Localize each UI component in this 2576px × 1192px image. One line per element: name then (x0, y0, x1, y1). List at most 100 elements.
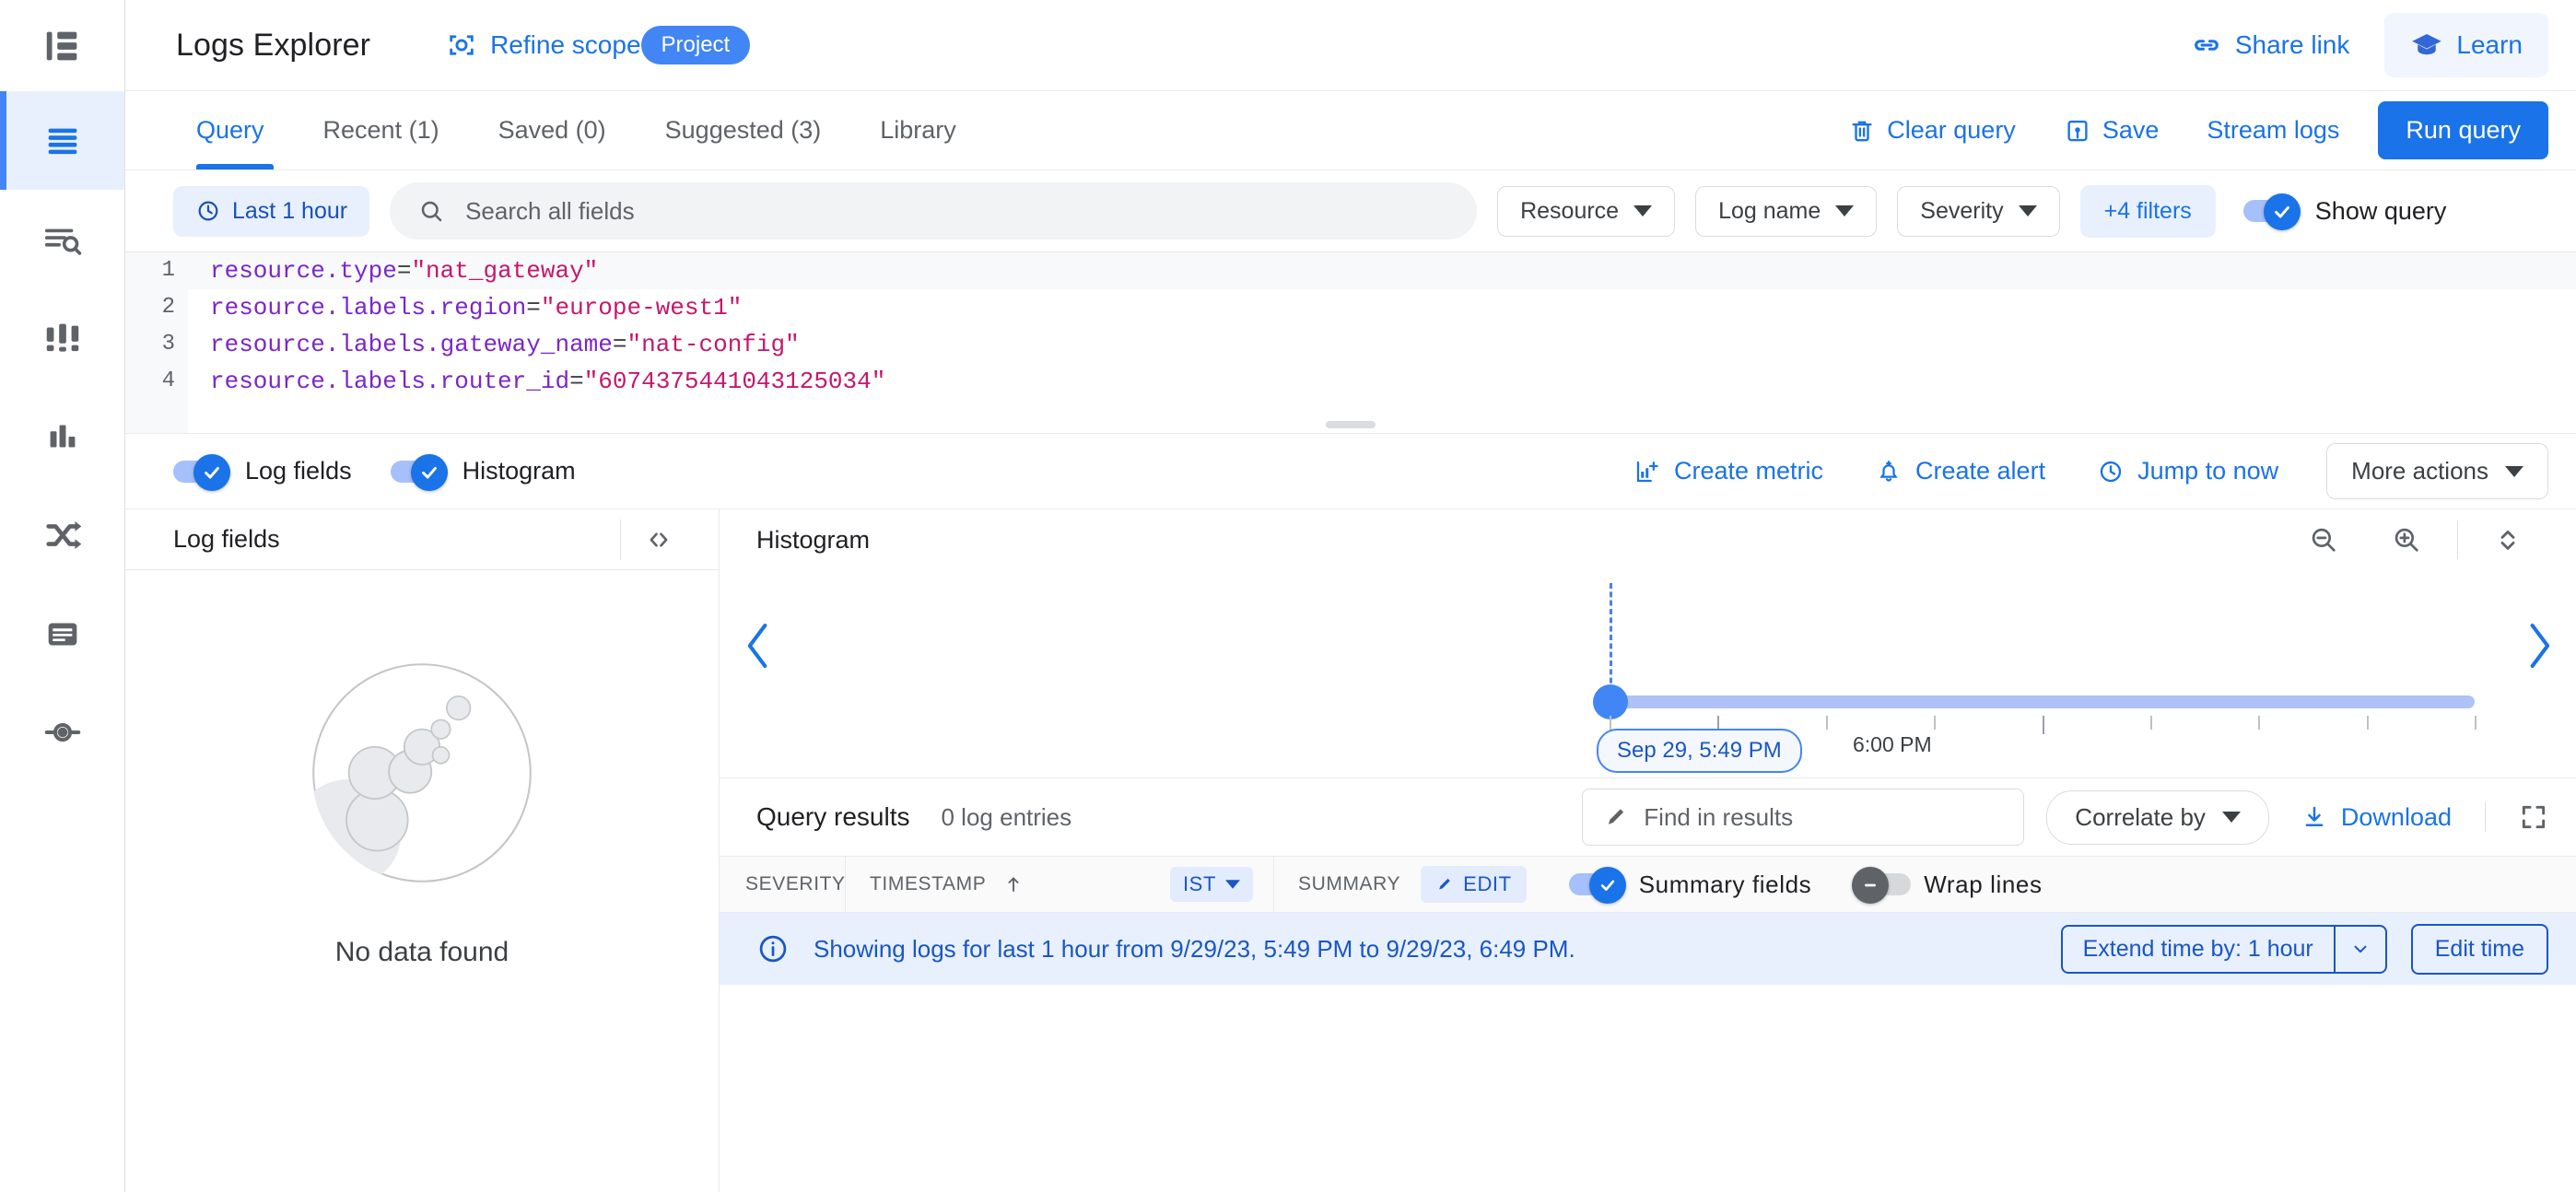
chevron-down-icon (1225, 880, 1240, 889)
zoom-out-button[interactable] (2282, 524, 2365, 555)
scope-chip[interactable]: Project (640, 26, 751, 64)
nav-menu-button[interactable] (0, 0, 124, 91)
log-fields-switch[interactable] (173, 453, 230, 491)
fullscreen-button[interactable] (2485, 802, 2548, 832)
chevron-down-icon (1835, 205, 1855, 216)
correlate-by-dropdown[interactable]: Correlate by (2046, 789, 2269, 845)
log-fields-toggle[interactable]: Log fields (173, 453, 352, 491)
query-key: resource.labels.region (210, 294, 527, 321)
wrap-lines-toggle[interactable]: Wrap lines (1852, 867, 2042, 904)
arrow-up-icon (1008, 877, 1019, 892)
summary-fields-switch[interactable] (1568, 867, 1626, 904)
edit-time-button[interactable]: Edit time (2410, 923, 2548, 975)
share-link-button[interactable]: Share link (2191, 29, 2349, 61)
jump-to-now-button[interactable]: Jump to now (2071, 457, 2304, 485)
tab-actions: Clear query Save Stream logs Run query (1824, 101, 2548, 159)
query-line: resource.type="nat_gateway" (188, 252, 2576, 289)
edit-summary-button[interactable]: EDIT (1421, 866, 1527, 903)
query-key: resource.type (210, 257, 397, 285)
refine-scope-button[interactable]: Refine scope (446, 29, 641, 61)
create-alert-button[interactable]: Create alert (1849, 457, 2071, 485)
log-search-icon (44, 228, 81, 255)
fullscreen-icon (2522, 805, 2546, 829)
severity-filter-label: Severity (1920, 197, 2004, 224)
tab-suggested[interactable]: Suggested (3) (636, 91, 851, 169)
show-query-switch[interactable] (2242, 193, 2301, 230)
sidebar-item-log-buckets[interactable] (0, 584, 124, 683)
expand-histogram-button[interactable] (2467, 525, 2548, 555)
run-query-button[interactable]: Run query (2378, 101, 2548, 159)
histogram-chart[interactable]: 6:00 PM 6:30 PM Sep 29, 5:49 PM Sep 29, … (720, 570, 2576, 777)
time-range-slider-track[interactable] (1610, 695, 2475, 708)
page-title: Logs Explorer (176, 27, 371, 63)
severity-filter-dropdown[interactable]: Severity (1897, 185, 2060, 237)
download-button[interactable]: Download (2301, 803, 2452, 832)
column-timestamp[interactable]: TIMESTAMP IST (846, 857, 1274, 912)
histogram-switch[interactable] (390, 453, 448, 491)
resource-filter-dropdown[interactable]: Resource (1497, 185, 1676, 237)
shuffle-icon (45, 520, 81, 549)
right-panel: Histogram 6:00 PM Sep 29, 5:49 PM Query … (720, 509, 2576, 1192)
sidebar-item-logs-router[interactable] (0, 485, 124, 584)
line-number: 2 (161, 295, 175, 320)
edit-label: EDIT (1463, 872, 1512, 895)
timezone-label: IST (1182, 872, 1216, 895)
sidebar-item-log-sinks[interactable] (0, 683, 124, 781)
learn-button[interactable]: Learn (2384, 13, 2548, 77)
find-in-results-input[interactable]: Find in results (1582, 789, 2025, 846)
sidebar-item-log-storage[interactable] (0, 288, 124, 387)
histogram-next-button[interactable] (2519, 618, 2559, 678)
query-value: "nat-config" (626, 331, 800, 358)
banner-text: Showing logs for last 1 hour from 9/29/2… (814, 934, 1575, 963)
column-severity[interactable]: SEVERITY (720, 857, 846, 912)
correlate-by-label: Correlate by (2075, 802, 2206, 831)
query-results-title: Query results (756, 802, 910, 831)
more-filters-chip[interactable]: +4 filters (2079, 184, 2216, 238)
range-start-label[interactable]: Sep 29, 5:49 PM (1597, 729, 1802, 773)
collapse-panel-button[interactable] (621, 526, 697, 554)
chevron-down-icon (2221, 812, 2241, 823)
log-name-filter-dropdown[interactable]: Log name (1695, 185, 1878, 237)
editor-resize-handle[interactable] (1326, 421, 1376, 428)
line-number: 3 (161, 332, 175, 356)
zoom-in-button[interactable] (2365, 524, 2448, 555)
show-query-label: Show query (2314, 196, 2447, 225)
tab-saved[interactable]: Saved (0) (469, 91, 636, 169)
more-actions-dropdown[interactable]: More actions (2326, 443, 2548, 499)
sidebar-item-log-search[interactable] (0, 190, 124, 288)
histogram-toggle[interactable]: Histogram (390, 453, 576, 491)
bubble-chart-circle-icon (312, 663, 532, 882)
stream-logs-button[interactable]: Stream logs (2183, 116, 2363, 145)
search-input[interactable]: Search all fields (390, 182, 1478, 240)
show-query-toggle[interactable]: Show query (2242, 193, 2447, 230)
link-icon (2194, 40, 2219, 51)
extend-time-button[interactable]: Extend time by: 1 hour (2060, 924, 2387, 974)
log-fields-toggle-label: Log fields (245, 457, 352, 485)
pencil-icon (1439, 878, 1451, 890)
histogram-prev-button[interactable] (738, 618, 779, 678)
clear-query-button[interactable]: Clear query (1824, 116, 2040, 145)
wrap-lines-switch[interactable] (1852, 867, 1912, 904)
sidebar-item-logs-explorer[interactable] (0, 91, 124, 190)
sidebar-item-logs-metrics[interactable] (0, 387, 124, 485)
range-start-handle[interactable] (1593, 684, 1628, 719)
results-list-empty (720, 985, 2576, 1192)
extend-time-caret[interactable] (2333, 926, 2385, 972)
chevron-left-icon (747, 623, 767, 669)
create-metric-label: Create metric (1673, 457, 1823, 485)
create-metric-button[interactable]: Create metric (1608, 457, 1849, 485)
query-code[interactable]: resource.type="nat_gateway" resource.lab… (188, 252, 2576, 433)
expand-collapse-icon (2500, 530, 2515, 550)
save-query-button[interactable]: Save (2040, 116, 2184, 145)
column-summary[interactable]: SUMMARY EDIT Summary fields Wrap lines (1274, 857, 2043, 912)
summary-fields-toggle[interactable]: Summary fields (1568, 867, 1812, 904)
time-range-selector[interactable]: Last 1 hour (173, 185, 370, 237)
create-alert-label: Create alert (1915, 457, 2046, 485)
divider (2457, 520, 2458, 559)
timezone-selector[interactable]: IST (1169, 867, 1253, 902)
log-fields-header: Log fields (125, 509, 719, 570)
tab-library[interactable]: Library (850, 91, 986, 169)
tab-recent[interactable]: Recent (1) (294, 91, 469, 169)
tab-query[interactable]: Query (176, 91, 294, 169)
query-editor[interactable]: 1 2 3 4 resource.type="nat_gateway" reso… (125, 251, 2576, 433)
